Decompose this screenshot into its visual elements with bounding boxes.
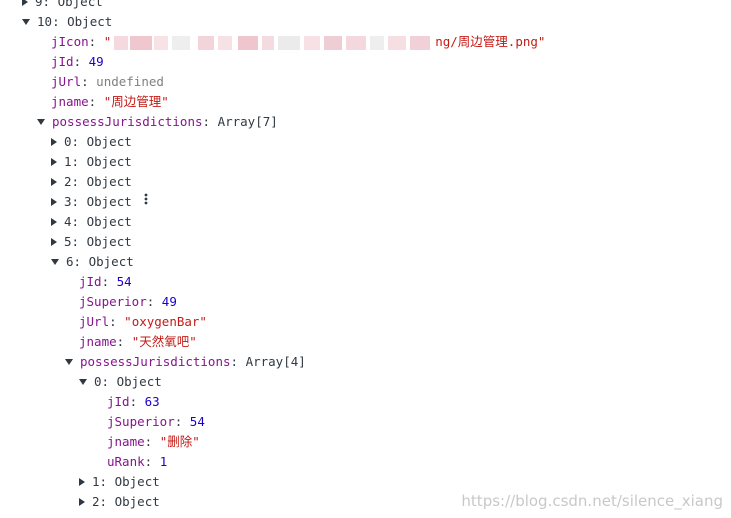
node-type: Object (86, 174, 132, 189)
tree-node-grandchild-0[interactable]: 0: Object (0, 372, 731, 392)
prop-key: uRank (107, 454, 145, 469)
redacted-pixelation (112, 35, 434, 50)
triangle-down-icon[interactable] (51, 258, 59, 265)
node-type: Object (86, 134, 132, 149)
prop-key: jUrl (51, 74, 82, 89)
tree-node-child-4[interactable]: 4: Object (0, 212, 731, 232)
node-index: 2 (92, 494, 100, 509)
prop-jid: jId: 49 (51, 54, 104, 69)
triangle-right-icon[interactable] (51, 157, 57, 166)
prop-key: possessJurisdictions (80, 354, 231, 369)
prop-key: jname (79, 334, 117, 349)
node-type: Object (57, 0, 103, 9)
node-index: 1 (92, 474, 100, 489)
prop-value: "天然氧吧" (131, 334, 197, 349)
node-type: Object (88, 254, 134, 269)
node-type: Object (86, 154, 132, 169)
node-index: 9 (35, 0, 43, 9)
triangle-down-icon[interactable] (37, 118, 45, 125)
prop-key: jIcon (51, 34, 89, 49)
prop-jurl: jUrl: undefined (51, 74, 164, 89)
tree-node-child-5[interactable]: 5: Object (0, 232, 731, 252)
prop-key: possessJurisdictions (52, 114, 203, 129)
prop-possess-jurisdictions[interactable]: possessJurisdictions: Array[4] (0, 352, 731, 372)
prop-jid: jId: 54 (79, 274, 132, 289)
triangle-right-icon[interactable] (79, 477, 85, 486)
tree-node-grandchild-1[interactable]: 1: Object (0, 472, 731, 492)
prop-jsuperior: jSuperior: 49 (79, 294, 177, 309)
prop-jname: jname: "天然氧吧" (79, 334, 197, 349)
node-index: 5 (64, 234, 72, 249)
tree-node-child-3[interactable]: 3: Object (0, 192, 731, 212)
node-index: 1 (64, 154, 72, 169)
node-type: Object (114, 494, 160, 509)
node-type: Object (116, 374, 162, 389)
prop-value: 54 (189, 414, 205, 429)
prop-key: jId (107, 394, 130, 409)
node-type: Object (86, 194, 132, 209)
tree-node-10[interactable]: 10: Object (0, 12, 731, 32)
prop-value: 1 (159, 454, 168, 469)
prop-value: 49 (88, 54, 104, 69)
prop-value: 63 (144, 394, 160, 409)
prop-value: undefined (96, 74, 164, 89)
prop-key: jId (51, 54, 74, 69)
object-tree: 9: Object 10: Object jIcon: " ng/周边管理.pn… (0, 0, 731, 512)
triangle-down-icon[interactable] (65, 358, 73, 365)
tree-node-child-2[interactable]: 2: Object (0, 172, 731, 192)
prop-jname: jname: "删除" (107, 434, 200, 449)
node-type: Array[4] (245, 354, 306, 369)
triangle-right-icon[interactable] (51, 177, 57, 186)
prop-possess-jurisdictions[interactable]: possessJurisdictions: Array[7] (0, 112, 731, 132)
prop-urank: uRank: 1 (107, 454, 168, 469)
tree-node-child-0[interactable]: 0: Object (0, 132, 731, 152)
triangle-right-icon[interactable] (51, 217, 57, 226)
node-index: 10 (37, 14, 53, 29)
prop-key: jId (79, 274, 102, 289)
tree-node-child-1[interactable]: 1: Object (0, 152, 731, 172)
prop-value: "删除" (159, 434, 200, 449)
prop-key: jSuperior (107, 414, 175, 429)
triangle-down-icon[interactable] (22, 18, 30, 25)
node-type: Object (67, 14, 113, 29)
triangle-down-icon[interactable] (79, 378, 87, 385)
prop-key: jUrl (79, 314, 110, 329)
node-index: 4 (64, 214, 72, 229)
prop-value: "周边管理" (103, 94, 169, 109)
prop-key: jSuperior (79, 294, 147, 309)
triangle-right-icon[interactable] (51, 197, 57, 206)
watermark: https://blog.csdn.net/silence_xiang (461, 492, 723, 510)
node-type: Object (86, 214, 132, 229)
triangle-right-icon[interactable] (51, 237, 57, 246)
triangle-right-icon[interactable] (79, 497, 85, 506)
node-index: 3 (64, 194, 72, 209)
node-index: 0 (64, 134, 72, 149)
prop-key: jname (107, 434, 145, 449)
triangle-right-icon[interactable] (51, 137, 57, 146)
tree-node-9[interactable]: 9: Object (0, 0, 731, 12)
prop-value: 49 (161, 294, 177, 309)
prop-value: 54 (116, 274, 132, 289)
prop-value-tail: ng/周边管理.png" (435, 34, 546, 49)
prop-value-open-quote: " (103, 34, 112, 49)
node-index: 2 (64, 174, 72, 189)
vertical-ellipsis-icon[interactable] (144, 191, 148, 211)
prop-jsuperior: jSuperior: 54 (107, 414, 205, 429)
node-type: Object (114, 474, 160, 489)
prop-jname: jname: "周边管理" (51, 94, 169, 109)
tree-node-child-6[interactable]: 6: Object (0, 252, 731, 272)
prop-jurl: jUrl: "oxygenBar" (79, 314, 207, 329)
node-index: 6 (66, 254, 74, 269)
triangle-right-icon[interactable] (22, 0, 28, 6)
prop-key: jname (51, 94, 89, 109)
node-index: 0 (94, 374, 102, 389)
prop-jicon: jIcon: " ng/周边管理.png" (51, 34, 546, 50)
node-type: Array[7] (217, 114, 278, 129)
prop-jid: jId: 63 (107, 394, 160, 409)
prop-value: "oxygenBar" (124, 314, 207, 329)
node-type: Object (86, 234, 132, 249)
